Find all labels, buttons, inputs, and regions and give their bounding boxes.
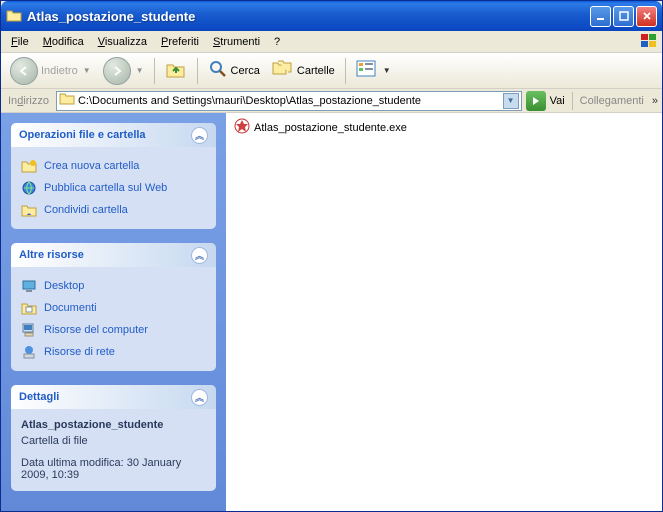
menubar: File Modifica Visualizza Preferiti Strum… xyxy=(1,31,662,53)
computer-icon xyxy=(21,322,37,338)
file-tasks-panel: Operazioni file e cartella ︽ Crea nuova … xyxy=(11,123,216,229)
chevron-down-icon: ▼ xyxy=(83,66,91,75)
panel-header[interactable]: Altre risorse ︽ xyxy=(11,243,216,267)
toolbar: Indietro ▼ ▼ Cerca Cartelle xyxy=(1,53,662,89)
go-button[interactable] xyxy=(526,91,546,111)
address-input[interactable] xyxy=(75,95,503,107)
chevron-down-icon: ▼ xyxy=(383,66,391,75)
address-input-wrapper[interactable]: ▼ xyxy=(56,91,522,111)
place-label: Risorse del computer xyxy=(44,324,148,336)
place-label: Risorse di rete xyxy=(44,346,115,358)
search-icon xyxy=(208,59,228,82)
menu-file[interactable]: File xyxy=(4,34,36,50)
window-title: Atlas_postazione_studente xyxy=(27,9,590,24)
desktop-icon xyxy=(21,278,37,294)
task-publish-web[interactable]: Pubblica cartella sul Web xyxy=(21,177,206,199)
place-documents[interactable]: Documenti xyxy=(21,297,206,319)
separator xyxy=(345,58,346,84)
links-label[interactable]: Collegamenti xyxy=(580,95,644,107)
collapse-icon[interactable]: ︽ xyxy=(191,247,208,264)
go-label: Vai xyxy=(550,95,565,107)
place-label: Documenti xyxy=(44,302,97,314)
folders-label: Cartelle xyxy=(297,65,335,77)
windows-logo-icon xyxy=(640,33,658,52)
collapse-icon[interactable]: ︽ xyxy=(191,127,208,144)
globe-icon xyxy=(21,180,37,196)
menu-help[interactable]: ? xyxy=(267,34,287,50)
documents-icon xyxy=(21,300,37,316)
other-places-panel: Altre risorse ︽ Desktop Documenti Risors… xyxy=(11,243,216,371)
back-label: Indietro xyxy=(41,65,78,77)
forward-button[interactable]: ▼ xyxy=(98,54,149,88)
views-button[interactable]: ▼ xyxy=(351,57,396,84)
folders-icon xyxy=(272,59,294,82)
address-label: Indirizzo xyxy=(5,95,52,107)
titlebar[interactable]: Atlas_postazione_studente xyxy=(1,1,662,31)
menu-modifica[interactable]: Modifica xyxy=(36,34,91,50)
search-label: Cerca xyxy=(231,65,260,77)
content-area: Operazioni file e cartella ︽ Crea nuova … xyxy=(1,113,662,511)
exe-icon xyxy=(234,118,250,137)
search-button[interactable]: Cerca xyxy=(203,56,265,85)
file-item[interactable]: Atlas_postazione_studente.exe xyxy=(232,117,656,138)
new-folder-icon xyxy=(21,158,37,174)
place-label: Desktop xyxy=(44,280,84,292)
back-icon xyxy=(10,57,38,85)
panel-header[interactable]: Dettagli ︽ xyxy=(11,385,216,409)
collapse-icon[interactable]: ︽ xyxy=(191,389,208,406)
folder-icon xyxy=(6,8,22,24)
folders-button[interactable]: Cartelle xyxy=(267,56,340,85)
task-new-folder[interactable]: Crea nuova cartella xyxy=(21,155,206,177)
separator xyxy=(572,92,573,110)
addressbar: Indirizzo ▼ Vai Collegamenti » xyxy=(1,89,662,113)
tasks-sidebar: Operazioni file e cartella ︽ Crea nuova … xyxy=(1,113,226,511)
address-dropdown[interactable]: ▼ xyxy=(503,93,519,109)
place-desktop[interactable]: Desktop xyxy=(21,275,206,297)
task-label: Condividi cartella xyxy=(44,204,128,216)
details-modified: Data ultima modifica: 30 January 2009, 1… xyxy=(21,455,206,483)
menu-strumenti[interactable]: Strumenti xyxy=(206,34,267,50)
menu-preferiti[interactable]: Preferiti xyxy=(154,34,206,50)
task-label: Crea nuova cartella xyxy=(44,160,139,172)
window-controls xyxy=(590,6,657,27)
task-label: Pubblica cartella sul Web xyxy=(44,182,167,194)
panel-header[interactable]: Operazioni file e cartella ︽ xyxy=(11,123,216,147)
network-icon xyxy=(21,344,37,360)
folder-icon xyxy=(59,92,75,109)
menu-visualizza[interactable]: Visualizza xyxy=(91,34,154,50)
minimize-button[interactable] xyxy=(590,6,611,27)
chevron-down-icon: ▼ xyxy=(136,66,144,75)
back-button[interactable]: Indietro ▼ xyxy=(5,54,96,88)
panel-title: Operazioni file e cartella xyxy=(19,129,146,141)
separator xyxy=(154,58,155,84)
place-network[interactable]: Risorse di rete xyxy=(21,341,206,363)
place-mycomputer[interactable]: Risorse del computer xyxy=(21,319,206,341)
up-button[interactable] xyxy=(160,55,192,86)
details-panel: Dettagli ︽ Atlas_postazione_studente Car… xyxy=(11,385,216,491)
folder-up-icon xyxy=(165,58,187,83)
separator xyxy=(197,58,198,84)
share-folder-icon xyxy=(21,202,37,218)
explorer-window: Atlas_postazione_studente File Modifica … xyxy=(0,0,663,512)
close-button[interactable] xyxy=(636,6,657,27)
file-name: Atlas_postazione_studente.exe xyxy=(254,122,407,134)
views-icon xyxy=(356,60,378,81)
maximize-button[interactable] xyxy=(613,6,634,27)
details-name: Atlas_postazione_studente xyxy=(21,417,206,433)
details-type: Cartella di file xyxy=(21,433,206,449)
file-list-pane[interactable]: Atlas_postazione_studente.exe xyxy=(226,113,662,511)
panel-title: Altre risorse xyxy=(19,249,84,261)
task-share-folder[interactable]: Condividi cartella xyxy=(21,199,206,221)
forward-icon xyxy=(103,57,131,85)
chevron-right-icon[interactable]: » xyxy=(652,95,658,107)
panel-title: Dettagli xyxy=(19,391,59,403)
